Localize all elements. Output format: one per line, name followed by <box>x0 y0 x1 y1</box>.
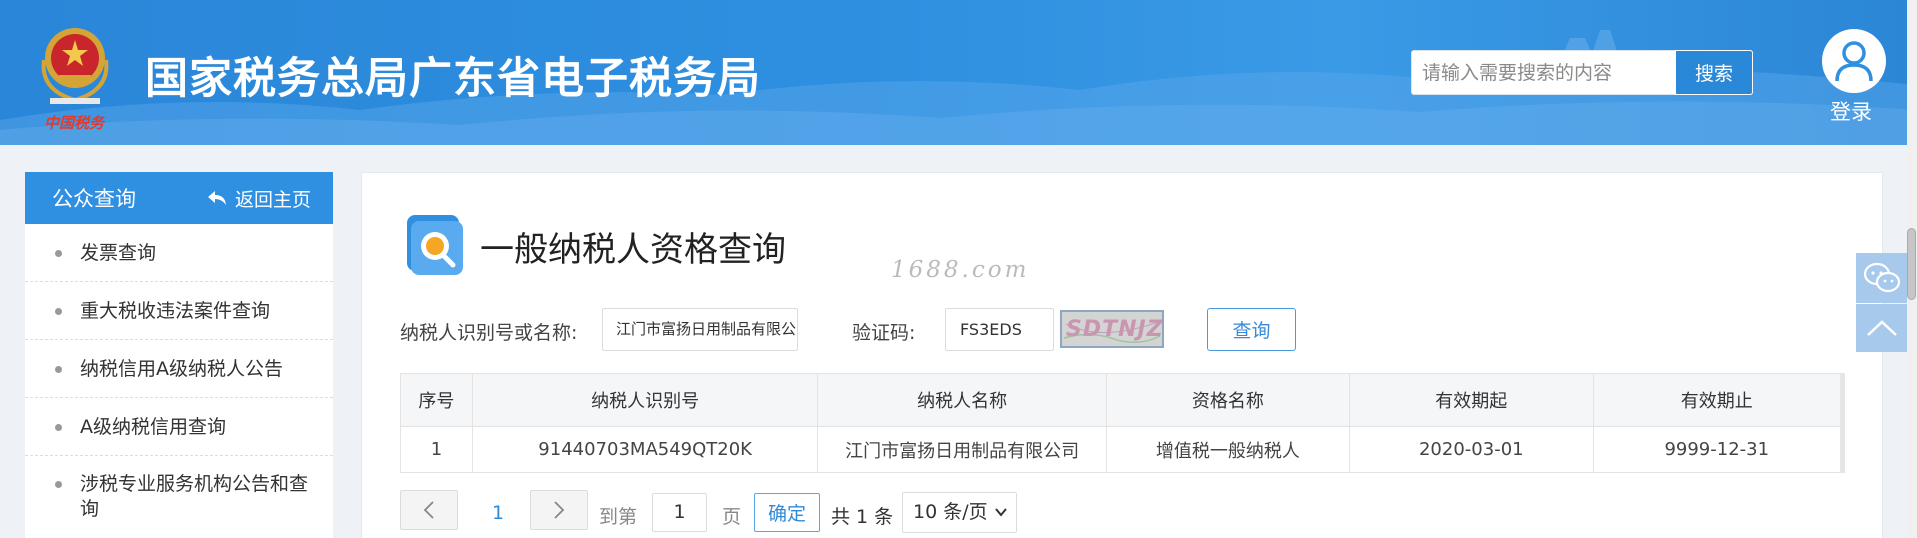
cell-taxpayer-name: 江门市富扬日用制品有限公司 <box>817 426 1107 473</box>
total-count: 共 1 条 <box>831 506 894 528</box>
bullet-icon <box>55 424 62 431</box>
page-size-select[interactable]: 10 条/页 <box>902 492 1017 533</box>
page-unit-label: 页 <box>722 506 742 528</box>
chevron-down-icon <box>995 508 1007 517</box>
query-button[interactable]: 查询 <box>1207 308 1296 351</box>
col-header-index: 序号 <box>400 373 473 427</box>
wechat-icon <box>1863 262 1901 293</box>
next-page-button[interactable] <box>530 490 588 530</box>
goto-label: 到第 <box>599 506 638 528</box>
sidebar-header: 公众查询 返回主页 <box>25 172 333 224</box>
cell-qualification: 增值税一般纳税人 <box>1105 426 1351 473</box>
login-link[interactable]: 登录 <box>1830 96 1872 126</box>
bullet-icon <box>55 366 62 373</box>
captcha-label: 验证码: <box>852 322 916 344</box>
back-home-label: 返回主页 <box>234 188 311 211</box>
bullet-icon <box>55 250 62 257</box>
cell-valid-to: 9999-12-31 <box>1592 426 1846 473</box>
chevron-right-icon <box>554 501 565 519</box>
col-header-qualification: 资格名称 <box>1105 373 1351 427</box>
watermark: 1688.com <box>891 257 1030 283</box>
emblem-caption: 中国税务 <box>44 114 105 132</box>
sidebar-item-label: A级纳税信用查询 <box>80 416 226 438</box>
cell-taxpayer-id: 91440703MA549QT20K <box>471 426 819 473</box>
back-arrow-icon <box>207 191 226 205</box>
captcha-image-text: SDTNJZ <box>1066 317 1164 342</box>
chevron-up-icon <box>1867 320 1897 336</box>
sidebar-item-label: 纳税信用A级纳税人公告 <box>80 358 283 380</box>
page-title: 一般纳税人资格查询 <box>480 230 786 270</box>
page-number-current[interactable]: 1 <box>492 502 504 524</box>
goto-page-input[interactable]: 1 <box>652 493 707 532</box>
back-to-top-button[interactable] <box>1856 304 1908 352</box>
bullet-icon <box>55 481 62 488</box>
sidebar-item-a-level-credit-query[interactable]: A级纳税信用查询 <box>25 398 333 456</box>
login-avatar[interactable] <box>1822 29 1886 93</box>
sidebar-item-invoice-query[interactable]: 发票查询 <box>25 224 333 282</box>
query-page-icon <box>407 215 463 275</box>
table-row: 1 91440703MA549QT20K 江门市富扬日用制品有限公司 增值税一般… <box>400 426 1846 473</box>
back-home-link[interactable]: 返回主页 <box>207 185 311 212</box>
search-input[interactable] <box>1411 50 1676 95</box>
captcha-image[interactable]: SDTNJZ <box>1060 310 1164 348</box>
sidebar-item-major-violation-query[interactable]: 重大税收违法案件查询 <box>25 282 333 340</box>
col-header-taxpayer-name: 纳税人名称 <box>817 373 1107 427</box>
col-header-valid-from: 有效期起 <box>1349 373 1594 427</box>
sidebar-item-label: 涉税专业服务机构公告和查询 <box>80 473 309 520</box>
col-header-taxpayer-id: 纳税人识别号 <box>471 373 819 427</box>
sidebar-item-label: 发票查询 <box>80 242 157 264</box>
col-header-valid-to: 有效期止 <box>1592 373 1846 427</box>
goto-confirm-button[interactable]: 确定 <box>754 493 820 532</box>
taxpayer-input[interactable]: 江门市富扬日用制品有限公司 <box>602 308 798 351</box>
site-title: 国家税务总局广东省电子税务局 <box>145 54 761 104</box>
sidebar-item-label: 重大税收违法案件查询 <box>80 300 271 322</box>
taxpayer-label: 纳税人识别号或名称: <box>400 322 578 344</box>
sidebar-title: 公众查询 <box>52 187 136 211</box>
site-header: 中国税务 国家税务总局广东省电子税务局 搜索 登录 <box>0 0 1917 145</box>
table-header-row: 序号 纳税人识别号 纳税人名称 资格名称 有效期起 有效期止 <box>400 373 1846 427</box>
user-icon <box>1835 41 1873 82</box>
prev-page-button[interactable] <box>400 490 458 530</box>
wechat-float-button[interactable] <box>1856 253 1908 303</box>
cell-index: 1 <box>400 426 473 473</box>
captcha-input[interactable]: FS3EDS <box>945 308 1054 351</box>
page-size-value: 10 条/页 <box>913 501 988 523</box>
sidebar-item-service-agencies[interactable]: 涉税专业服务机构公告和查询 <box>25 456 333 536</box>
search-button[interactable]: 搜索 <box>1675 50 1753 95</box>
sidebar-item-a-level-announcement[interactable]: 纳税信用A级纳税人公告 <box>25 340 333 398</box>
scrollbar-thumb[interactable] <box>1907 228 1916 300</box>
cell-valid-from: 2020-03-01 <box>1349 426 1594 473</box>
sidebar: 公众查询 返回主页 发票查询 重大税收违法案件查询 纳税信用A级纳税人公告 A级… <box>25 172 333 538</box>
bullet-icon <box>55 308 62 315</box>
result-table: 序号 纳税人识别号 纳税人名称 资格名称 有效期起 有效期止 1 9144070… <box>400 373 1846 473</box>
chevron-left-icon <box>423 501 434 519</box>
